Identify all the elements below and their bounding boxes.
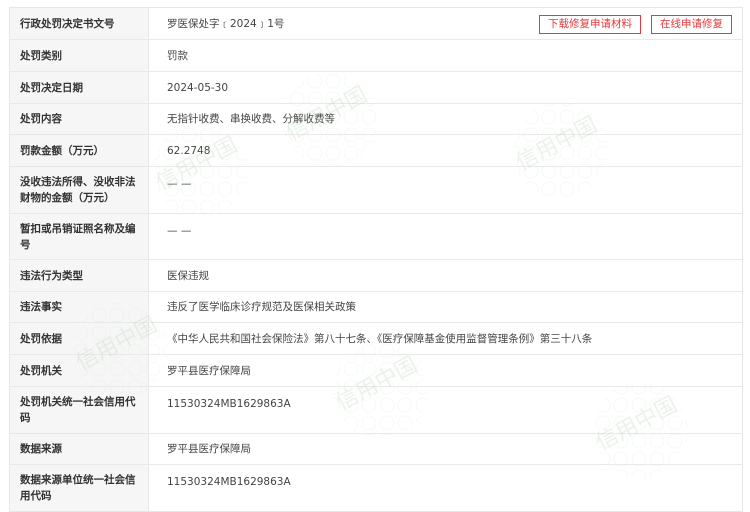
- table-row: 处罚机关 罗平县医疗保障局: [10, 355, 742, 387]
- table-row: 暂扣或吊销证照名称及编号 — —: [10, 214, 742, 260]
- row-label: 处罚依据: [10, 323, 149, 354]
- row-label: 数据来源: [10, 434, 149, 464]
- row-value: 《中华人民共和国社会保险法》第八十七条、《医疗保障基金使用监督管理条例》第三十八…: [167, 332, 593, 345]
- row-value: 罚款: [167, 49, 188, 62]
- table-row: 处罚依据 《中华人民共和国社会保险法》第八十七条、《医疗保障基金使用监督管理条例…: [10, 323, 742, 355]
- row-value: 62.2748: [167, 144, 211, 157]
- table-row: 违法事实 违反了医学临床诊疗规范及医保相关政策: [10, 292, 742, 323]
- row-value: 2024-05-30: [167, 81, 229, 94]
- row-decision-number: 行政处罚决定书文号 罗医保处字﹝2024﹞1号 下载修复申请材料 在线申请修复: [10, 8, 742, 40]
- row-label: 处罚机关: [10, 355, 149, 386]
- row-value: 11530324MB1629863A: [167, 476, 291, 488]
- row-label: 处罚决定日期: [10, 72, 149, 103]
- row-value: — —: [167, 178, 192, 190]
- table-row: 处罚机关统一社会信用代码 11530324MB1629863A: [10, 387, 742, 434]
- penalty-detail-table: 行政处罚决定书文号 罗医保处字﹝2024﹞1号 下载修复申请材料 在线申请修复 …: [9, 7, 743, 512]
- row-label: 处罚机关统一社会信用代码: [10, 387, 149, 433]
- table-row: 处罚内容 无指针收费、串换收费、分解收费等: [10, 104, 742, 135]
- download-repair-materials-button[interactable]: 下载修复申请材料: [539, 15, 641, 34]
- online-repair-apply-button[interactable]: 在线申请修复: [651, 15, 732, 34]
- row-value: 罗平县医疗保障局: [167, 443, 251, 455]
- row-label: 违法事实: [10, 292, 149, 322]
- table-row: 处罚类别 罚款: [10, 40, 742, 72]
- row-value: 无指针收费、串换收费、分解收费等: [167, 113, 335, 125]
- row-value: — —: [167, 225, 192, 237]
- row-value: 11530324MB1629863A: [167, 398, 291, 410]
- row-label: 处罚内容: [10, 104, 149, 134]
- row-label: 违法行为类型: [10, 260, 149, 291]
- table-row: 数据来源 罗平县医疗保障局: [10, 434, 742, 465]
- row-value: 医保违规: [167, 269, 209, 282]
- table-row: 违法行为类型 医保违规: [10, 260, 742, 292]
- table-row: 没收违法所得、没收非法财物的金额（万元） — —: [10, 167, 742, 214]
- row-label: 罚款金额（万元）: [10, 135, 149, 166]
- table-row: 处罚决定日期 2024-05-30: [10, 72, 742, 104]
- row-value: 违反了医学临床诊疗规范及医保相关政策: [167, 301, 356, 313]
- table-row: 罚款金额（万元） 62.2748: [10, 135, 742, 167]
- row-label: 行政处罚决定书文号: [10, 8, 149, 39]
- row-label: 没收违法所得、没收非法财物的金额（万元）: [10, 167, 149, 213]
- action-buttons: 下载修复申请材料 在线申请修复: [539, 15, 732, 34]
- row-value: 罗平县医疗保障局: [167, 364, 251, 377]
- row-label: 数据来源单位统一社会信用代码: [10, 465, 149, 511]
- row-label: 处罚类别: [10, 40, 149, 71]
- table-row: 数据来源单位统一社会信用代码 11530324MB1629863A: [10, 465, 742, 511]
- row-label: 暂扣或吊销证照名称及编号: [10, 214, 149, 259]
